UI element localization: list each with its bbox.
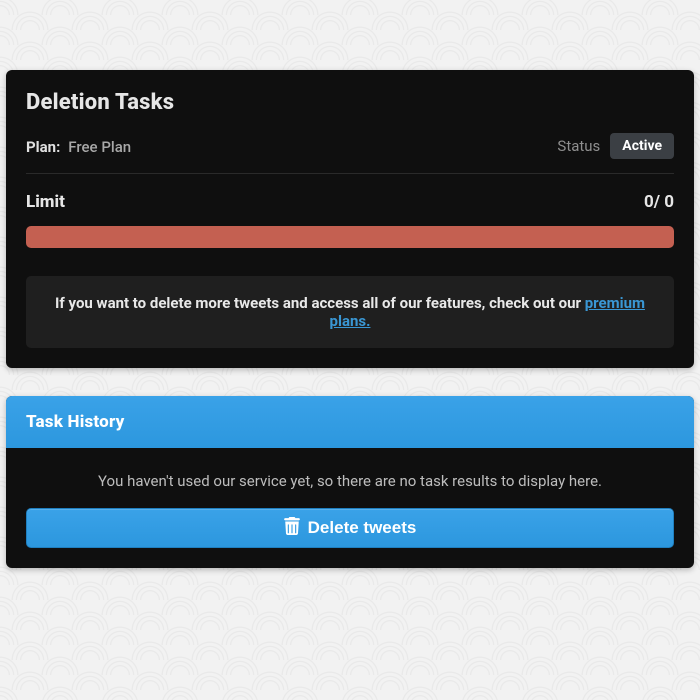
- plan-value: Free Plan: [68, 138, 131, 156]
- limit-progress-bar: [26, 226, 674, 248]
- plan-info: Plan: Free Plan: [26, 137, 131, 156]
- limit-label: Limit: [26, 192, 65, 212]
- deletion-tasks-title: Deletion Tasks: [26, 90, 674, 115]
- upsell-notice: If you want to delete more tweets and ac…: [26, 276, 674, 348]
- task-history-title: Task History: [26, 412, 674, 432]
- limit-value: 0/ 0: [644, 192, 674, 212]
- status-badge: Active: [610, 133, 674, 159]
- task-history-header: Task History: [6, 396, 694, 448]
- status-label: Status: [557, 137, 600, 155]
- status-info: Status Active: [557, 133, 674, 159]
- upsell-notice-text: If you want to delete more tweets and ac…: [55, 294, 585, 312]
- divider: [26, 173, 674, 174]
- delete-tweets-button[interactable]: Delete tweets: [26, 508, 674, 548]
- trash-icon: [284, 517, 300, 540]
- deletion-tasks-card: Deletion Tasks Plan: Free Plan Status Ac…: [6, 70, 694, 368]
- plan-status-row: Plan: Free Plan Status Active: [26, 133, 674, 159]
- plan-label: Plan:: [26, 138, 60, 156]
- task-history-empty-message: You haven't used our service yet, so the…: [26, 472, 674, 490]
- limit-row: Limit 0/ 0: [26, 192, 674, 212]
- delete-tweets-button-label: Delete tweets: [308, 518, 417, 538]
- task-history-card: Task History You haven't used our servic…: [6, 396, 694, 568]
